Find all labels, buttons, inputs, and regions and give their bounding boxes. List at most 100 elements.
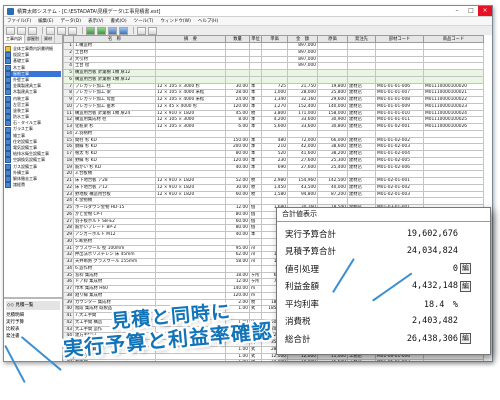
table-cell[interactable] [155,69,226,77]
table-cell[interactable]: 本 [249,116,262,124]
table-row[interactable]: 21 床下地合板 ア28 12 × 910 × 1820 52.00 枚 2,980 154… [63,177,484,185]
table-cell[interactable] [225,170,250,178]
table-cell[interactable] [317,129,348,138]
table-cell[interactable]: プレカット加工 柱 [73,82,156,91]
table-cell[interactable]: 5,600 [261,123,288,131]
table-cell[interactable]: 12.00 [225,278,250,286]
table-cell[interactable] [423,183,484,192]
table-cell[interactable]: 897,000 [287,62,318,70]
table-cell[interactable]: M01-01-02-002 [375,136,424,145]
table-cell[interactable]: アンカーボルト M12 [73,231,156,239]
table-cell[interactable]: 巾木 集成材 H60 [73,285,156,293]
table-cell[interactable] [249,264,262,273]
table-cell[interactable]: 30,900 [317,116,348,124]
table-cell[interactable]: ヶ所 [249,278,262,286]
table-cell[interactable] [347,62,376,70]
table-cell[interactable]: 12 × 45 × 4000 杉 [155,102,226,111]
table-cell[interactable]: 枚 [249,177,262,185]
table-cell[interactable] [155,285,226,293]
table-cell[interactable]: 40,000 [317,183,348,192]
table-cell[interactable]: 28.00 [225,89,250,97]
table-cell[interactable] [155,258,226,266]
table-cell[interactable] [249,197,262,205]
table-cell[interactable]: m [249,285,262,293]
table-cell[interactable]: 1,000 [261,89,288,97]
table-cell[interactable]: 40.00 [225,231,250,239]
table-row[interactable]: 16 胴縁 杉 KD 200.00 本 210 42,000 38,600 建材店 M01-01… [63,143,484,151]
table-cell[interactable]: 床下地合板 ア28 [73,177,156,185]
table-cell[interactable]: かど金物 CP-T [73,210,156,219]
table-cell[interactable] [347,129,376,138]
table-cell[interactable]: 個 [249,224,262,232]
table-cell[interactable] [317,48,348,57]
table-cell[interactable] [225,69,250,77]
table-cell[interactable]: M01110000100025 [423,116,484,124]
table-row[interactable]: 11 構造用合板 針葉樹 1類 厚24 12 × 910 × 1820 45.00 枚 3… [63,109,484,118]
table-cell[interactable] [423,190,484,199]
sidebar-tab[interactable]: 資材 [42,35,55,43]
column-header[interactable]: 部材コード [375,35,424,43]
table-cell[interactable] [423,359,484,361]
table-cell[interactable]: M01-01-01-007 [375,89,424,97]
estimate-list-item[interactable]: 比較表 [6,326,60,333]
table-cell[interactable]: M01110000100021 [423,89,484,97]
table-row[interactable]: 1 1.構造材 897,000 [63,42,484,50]
table-cell[interactable]: 171,000 [287,109,318,118]
estimate-list-item[interactable]: 見積明細 [6,312,60,319]
table-cell[interactable] [287,170,318,178]
table-cell[interactable]: 38,200 [317,150,348,158]
table-cell[interactable]: M01-02-01-002 [375,183,424,192]
table-cell[interactable] [423,156,484,165]
table-cell[interactable]: 化粧梁 杉 [73,123,156,131]
table-row[interactable]: 19 筋かい 杉 KD 40.00 本 690 27,600 25,400 建材店 M01-01… [63,163,484,172]
table-cell[interactable] [423,69,484,77]
table-cell[interactable] [423,177,484,185]
table-cell[interactable] [249,237,262,246]
table-cell[interactable] [287,197,318,205]
table-cell[interactable]: 18,000 [287,359,318,361]
table-cell[interactable] [155,224,226,232]
table-cell[interactable]: 3,800 [261,109,288,118]
table-cell[interactable] [155,359,226,361]
table-cell[interactable]: 1.構造材 [73,42,156,50]
cut-icon[interactable] [46,26,55,35]
table-row[interactable]: 48養生費1.00式18,00018,00016,600工務店M01-06-01… [63,359,484,361]
table-cell[interactable]: 1,580 [261,190,288,199]
table-cell[interactable]: 18.00 [225,271,250,280]
table-cell[interactable]: 12 × 105 × 3000 杉 [155,82,226,91]
table-cell[interactable]: 520 [261,150,288,158]
paste-icon[interactable] [68,26,77,35]
table-cell[interactable]: 6.造作材 [73,264,156,273]
table-cell[interactable] [225,237,250,246]
menu-item[interactable]: ツール(T) [134,18,154,24]
table-cell[interactable] [423,143,484,151]
table-row[interactable]: 10 プレカット加工 垂木 12 × 45 × 4000 杉 120.00 本 1,270… [63,102,484,111]
table-cell[interactable] [155,170,226,178]
table-cell[interactable]: M01-01-02-004 [375,150,424,158]
table-cell[interactable]: 床下地合板 ア12 [73,183,156,192]
table-cell[interactable]: ヶ所 [249,271,262,280]
table-cell[interactable] [155,150,226,158]
preview-icon[interactable] [119,26,128,35]
table-cell[interactable]: 構造用合板 針葉樹 1類 厚24 [73,109,156,118]
table-cell[interactable] [261,129,288,138]
table-cell[interactable]: 建材店 [347,96,376,104]
table-cell[interactable] [347,55,376,64]
table-cell[interactable] [155,75,226,84]
table-cell[interactable] [347,69,376,77]
table-cell[interactable]: M01-01-01-006 [375,82,424,91]
table-cell[interactable]: 725 [261,82,288,91]
table-cell[interactable]: 43,500 [287,183,318,192]
table-cell[interactable] [375,42,424,50]
table-cell[interactable] [375,48,424,57]
table-cell[interactable]: ホールダウン金物 HD-15 [73,204,156,212]
table-cell[interactable]: M01-01-01-011 [375,116,424,124]
table-cell[interactable]: 式 [249,359,262,361]
table-cell[interactable]: M01-01-02-001 [375,123,424,131]
table-cell[interactable] [155,264,226,273]
table-cell[interactable]: ㎡ [249,251,262,259]
table-cell[interactable] [261,170,288,178]
table-cell[interactable]: M01-01-01-008 [375,96,424,104]
table-cell[interactable] [261,75,288,84]
table-cell[interactable]: ㎡ [249,258,262,266]
